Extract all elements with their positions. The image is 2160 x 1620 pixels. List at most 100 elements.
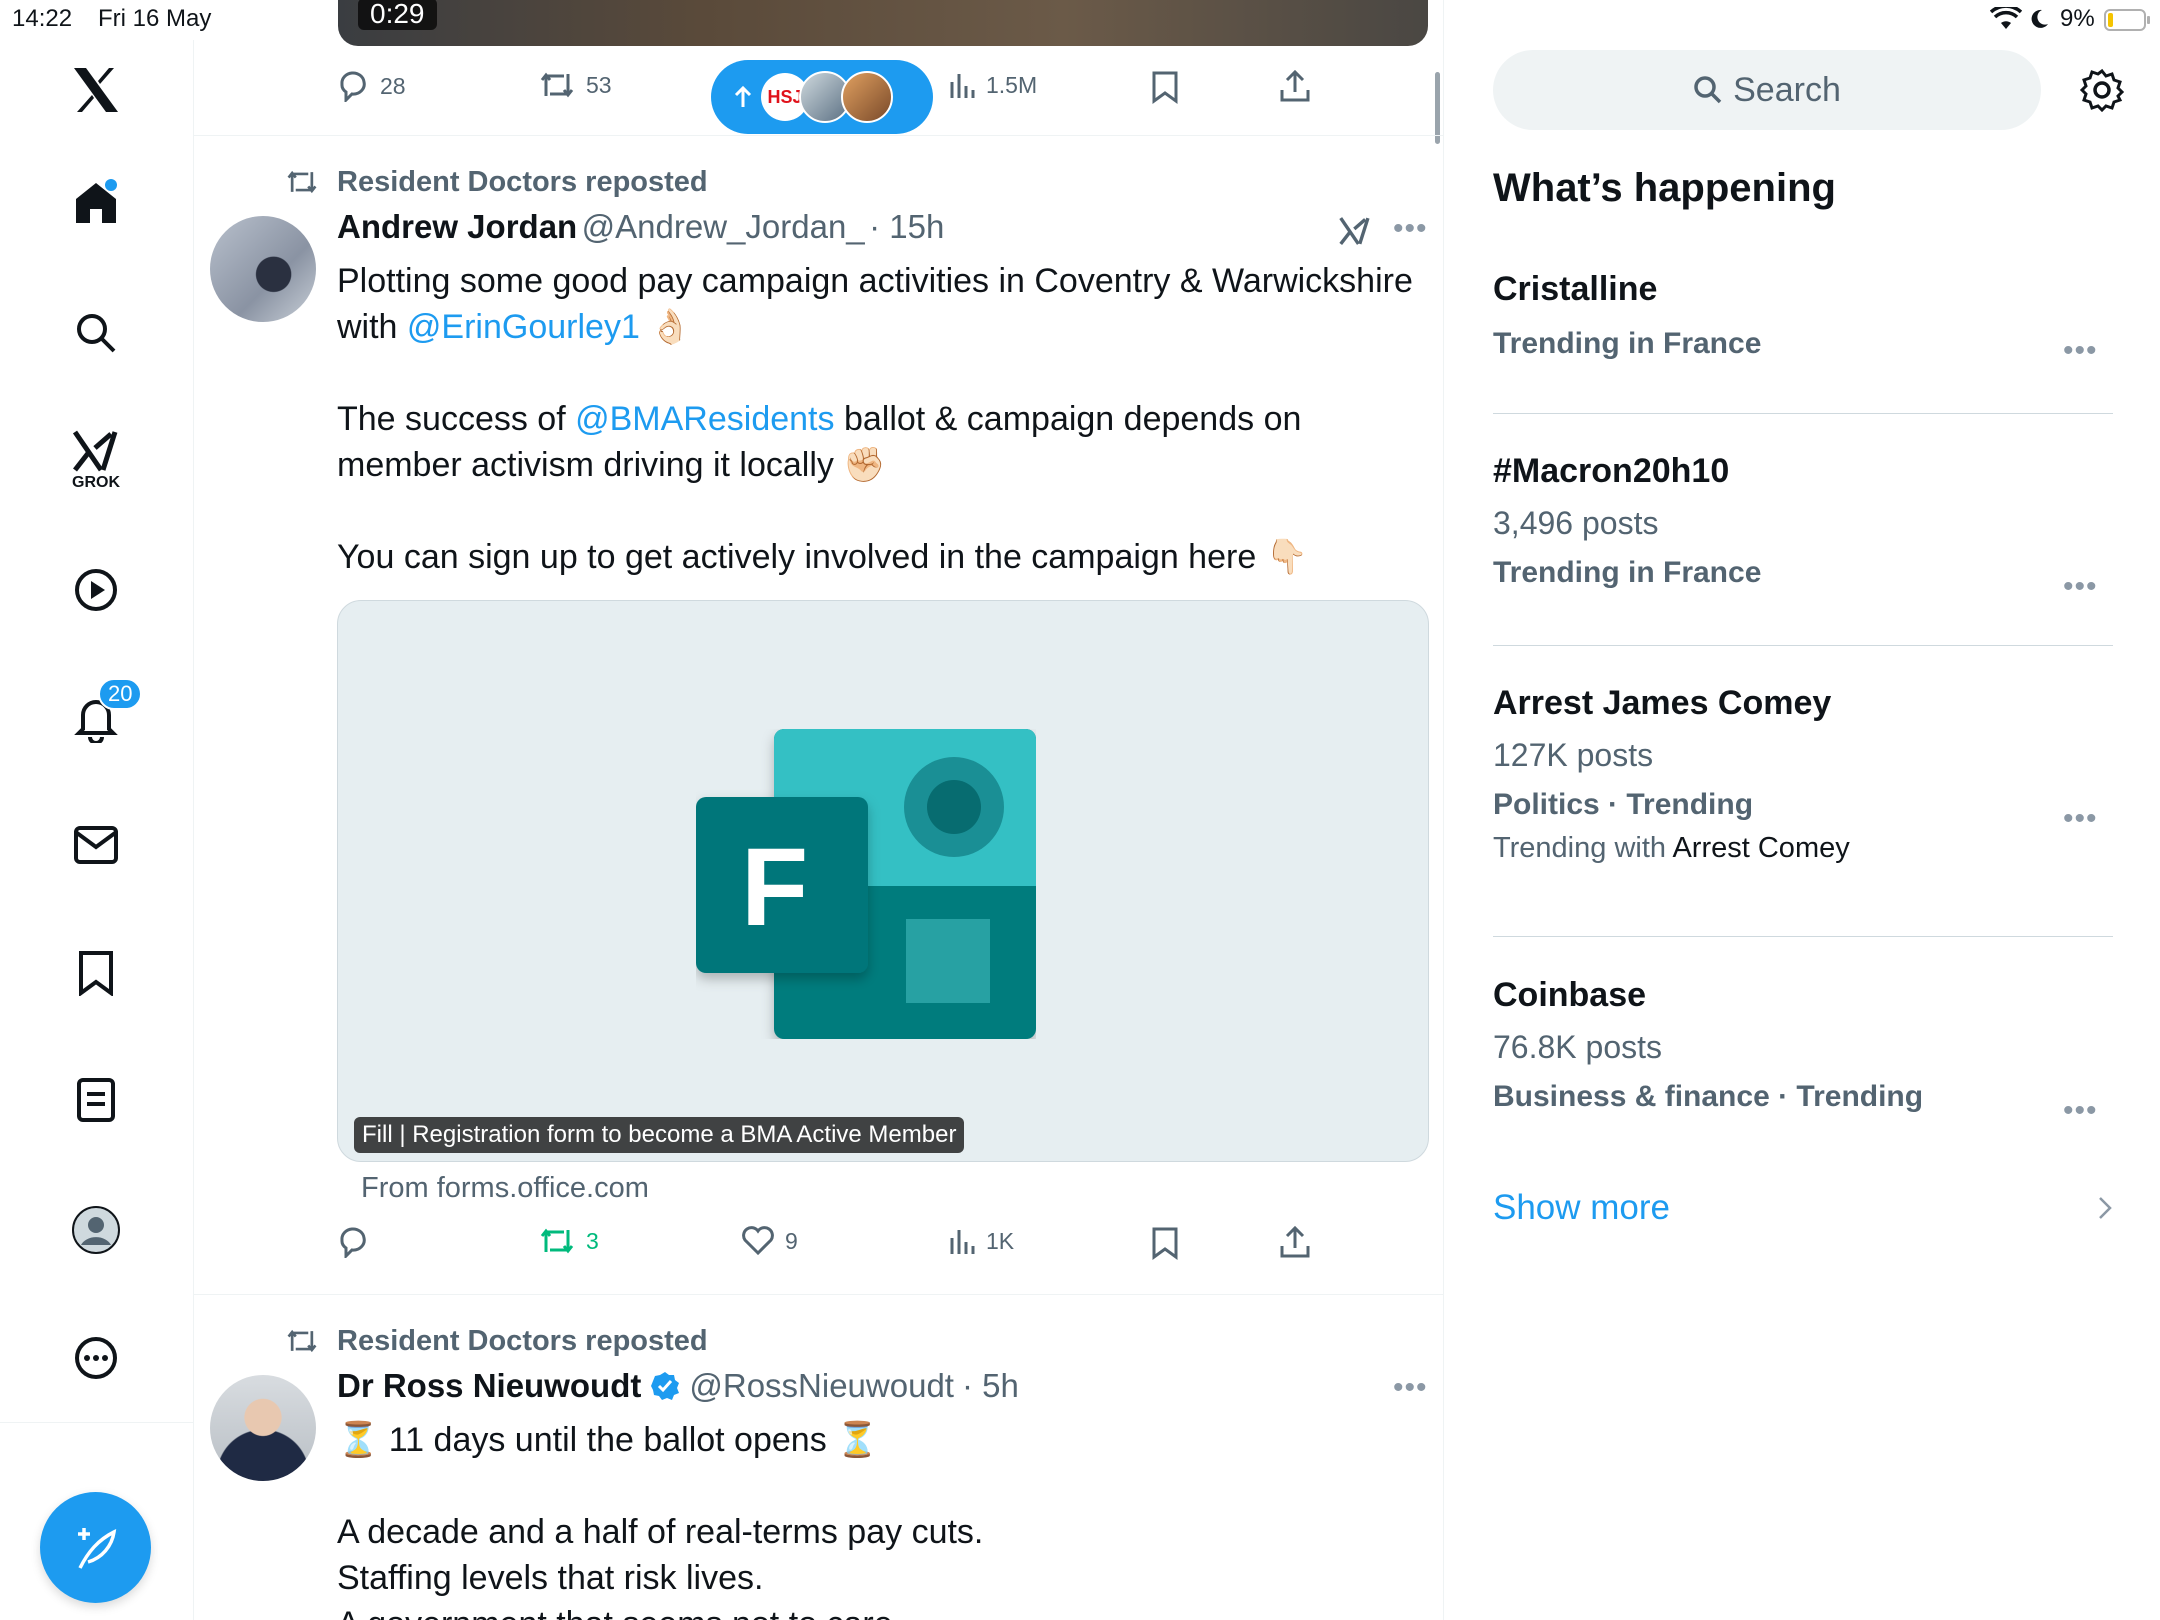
grok-label: GROK <box>72 474 120 491</box>
like-button[interactable]: 9 <box>741 1226 798 1256</box>
card-source[interactable]: From forms.office.com <box>361 1172 649 1205</box>
nav-home[interactable] <box>56 162 136 242</box>
views-count: 1.5M <box>986 71 1038 98</box>
nav-video[interactable] <box>56 550 136 630</box>
trend-category: Politics · Trending <box>1493 788 1754 821</box>
nav-lists[interactable] <box>56 1060 136 1140</box>
post-line: A decade and a half of real-terms pay cu… <box>337 1513 984 1551</box>
trend-name: #Macron20h10 <box>1493 452 1730 490</box>
pill-avatar <box>841 71 893 123</box>
text-fragment: ballot & campaign depends on <box>834 400 1302 438</box>
post-more-icon[interactable]: ••• <box>1393 1371 1428 1405</box>
share-button[interactable] <box>1279 1224 1311 1260</box>
text-fragment: Trending with <box>1493 832 1673 864</box>
trend-item[interactable]: #Macron20h10 3,496 posts Trending in Fra… <box>1493 452 2113 642</box>
nav-notifications[interactable]: 20 <box>56 678 143 758</box>
reply-button[interactable]: 28 <box>336 70 406 102</box>
post-line: Plotting some good pay campaign activiti… <box>337 262 1413 300</box>
card-title: Fill | Registration form to become a BMA… <box>354 1117 965 1153</box>
bookmark-icon <box>1151 70 1179 104</box>
settings-gear-icon[interactable] <box>2080 68 2124 112</box>
bookmark-button[interactable] <box>1151 70 1179 104</box>
author-handle[interactable]: @Andrew_Jordan_ <box>582 208 865 245</box>
nav-grok[interactable]: GROK <box>56 420 136 500</box>
show-more-link[interactable]: Show more <box>1493 1188 2113 1228</box>
post-time[interactable]: · 5h <box>962 1367 1019 1405</box>
share-button[interactable] <box>1279 68 1311 104</box>
repost-icon <box>538 70 576 100</box>
reply-icon <box>336 1226 370 1258</box>
grok-icon <box>71 428 121 474</box>
post-header: Andrew Jordan @Andrew_Jordan_ · 15h <box>337 208 944 246</box>
verified-badge-icon <box>649 1370 681 1402</box>
views-count: 1K <box>986 1227 1015 1254</box>
author-handle[interactable]: @RossNieuwoudt <box>689 1367 954 1405</box>
post-andrew-jordan[interactable]: Resident Doctors reposted Andrew Jordan … <box>193 136 1443 1294</box>
link-card[interactable]: F Fill | Registration form to become a B… <box>337 600 1429 1162</box>
trending-with-term[interactable]: Arrest Comey <box>1672 832 1849 864</box>
trend-category: Trending in France <box>1493 327 1762 360</box>
post-ross-nieuwoudt[interactable]: Resident Doctors reposted Dr Ross Nieuwo… <box>193 1295 1443 1620</box>
post-time[interactable]: · 15h <box>869 208 944 245</box>
trend-divider <box>1493 936 2113 937</box>
mail-icon <box>73 825 119 865</box>
emoji: ⏳ <box>836 1421 879 1459</box>
scrollbar[interactable] <box>1435 72 1440 144</box>
forms-logo-icon: F <box>696 729 1036 1044</box>
author-name[interactable]: Dr Ross Nieuwoudt <box>337 1367 641 1405</box>
reply-button[interactable] <box>336 1226 380 1258</box>
grok-icon[interactable] <box>1338 214 1372 248</box>
nav-explore[interactable] <box>56 293 136 373</box>
nav-bookmarks[interactable] <box>56 933 136 1013</box>
author-avatar[interactable] <box>210 1375 316 1481</box>
nav-profile[interactable] <box>56 1190 136 1270</box>
repost-count: 53 <box>586 71 612 98</box>
repost-icon <box>538 1226 576 1256</box>
home-icon <box>71 177 121 227</box>
nav-more[interactable] <box>56 1318 136 1398</box>
mention-link[interactable]: @ErinGourley1 <box>407 308 640 346</box>
forms-logo-letter: F <box>741 826 809 949</box>
post-line: A government that seems not to care <box>337 1601 1427 1620</box>
trend-item[interactable]: Cristalline Trending in France ••• <box>1493 270 2113 412</box>
search-input[interactable]: Search <box>1493 50 2041 130</box>
nav-divider <box>0 1422 193 1423</box>
post-line: Staffing levels that risk lives. <box>337 1559 764 1597</box>
repost-button[interactable]: 3 <box>538 1226 599 1256</box>
views-chart-icon <box>948 70 976 100</box>
repost-count: 3 <box>586 1227 599 1254</box>
mention-link[interactable]: @BMAResidents <box>575 400 834 438</box>
trend-more-icon[interactable]: ••• <box>2063 570 2098 604</box>
post-line: member activism driving it locally ✊🏻 <box>337 442 1427 488</box>
emoji: 👌🏻 <box>649 308 692 346</box>
trend-item[interactable]: Coinbase 76.8K posts Business & finance … <box>1493 976 2113 1136</box>
views-button[interactable]: 1.5M <box>948 70 1037 100</box>
author-avatar[interactable] <box>210 216 316 322</box>
trend-more-icon[interactable]: ••• <box>2063 1094 2098 1128</box>
trend-more-icon[interactable]: ••• <box>2063 802 2098 836</box>
repost-button[interactable]: 53 <box>538 70 612 100</box>
author-name[interactable]: Andrew Jordan <box>337 208 577 245</box>
show-more-label: Show more <box>1493 1188 1671 1227</box>
bookmark-button[interactable] <box>1151 1226 1179 1260</box>
x-logo-icon[interactable] <box>56 50 136 130</box>
trend-name: Arrest James Comey <box>1493 684 1832 722</box>
post-line: You can sign up to get actively involved… <box>337 534 1427 580</box>
text-fragment: The success of <box>337 400 576 438</box>
compose-post-button[interactable] <box>40 1492 151 1603</box>
post-more-icon[interactable]: ••• <box>1393 212 1428 246</box>
left-navigation: GROK 20 <box>0 40 194 1620</box>
text-fragment: 11 days until the ballot opens <box>388 1421 827 1459</box>
emoji: ✊🏻 <box>843 446 886 484</box>
post-line: with @ErinGourley1 👌🏻 <box>337 304 1427 350</box>
status-time: 14:22 <box>12 5 73 32</box>
emoji: ⏳ <box>337 1421 380 1459</box>
list-icon <box>76 1077 116 1123</box>
trend-divider <box>1493 645 2113 646</box>
nav-messages[interactable] <box>56 805 136 885</box>
new-posts-pill[interactable]: HSJ <box>711 60 933 134</box>
trend-item[interactable]: Arrest James Comey 127K posts Politics ·… <box>1493 684 2113 924</box>
trend-more-icon[interactable]: ••• <box>2063 334 2098 368</box>
views-button[interactable]: 1K <box>948 1226 1014 1256</box>
video-thumbnail[interactable]: 0:29 <box>338 0 1428 46</box>
